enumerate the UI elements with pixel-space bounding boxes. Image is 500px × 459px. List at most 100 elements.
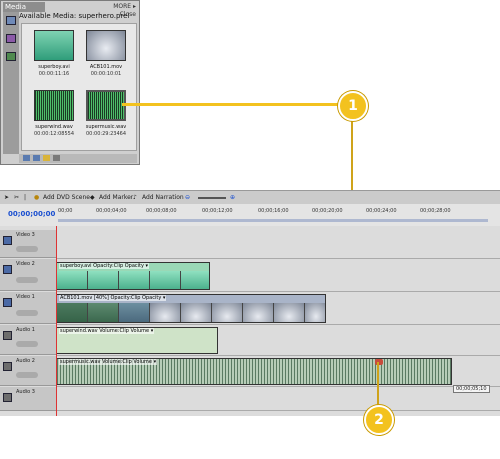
track-video-2[interactable]: superboy.avi Opacity:Clip Opacity ▾ <box>56 259 500 292</box>
zoom-out-icon[interactable]: ⊖ <box>185 194 190 201</box>
media-item-duration: 00:00:11:16 <box>38 71 70 77</box>
titles-icon[interactable] <box>6 52 16 61</box>
track-toggle[interactable] <box>16 372 38 378</box>
clip-frame <box>57 271 88 289</box>
video-track-icon[interactable] <box>3 236 12 245</box>
ruler-tick: 00;00;08;00 <box>146 208 177 214</box>
thumbnail-superwind-waveform[interactable] <box>34 90 74 121</box>
clip-frame <box>57 303 88 322</box>
clip-frame <box>88 271 119 289</box>
track-name: Audio 2 <box>16 358 35 364</box>
folder-icon[interactable] <box>6 16 16 25</box>
speaker-icon[interactable] <box>3 393 12 402</box>
thumbnail-acb101[interactable] <box>86 30 126 61</box>
ruler-tick: 00;00;24;00 <box>366 208 397 214</box>
callout-1: 1 <box>338 91 368 121</box>
media-sidebar <box>3 12 19 154</box>
media-item-name: superwind.wav <box>35 124 73 130</box>
zoom-in-icon[interactable]: ⊕ <box>230 194 235 201</box>
clip-label: superboy.avi Opacity:Clip Opacity ▾ <box>59 263 150 269</box>
media-item-name: superboy.avi <box>38 64 70 70</box>
marker-icon[interactable]: ◆ <box>90 194 95 201</box>
icon-view-icon[interactable] <box>33 155 40 161</box>
razor-tool-icon[interactable]: ✂ <box>14 194 19 201</box>
clip-superboy[interactable]: superboy.avi Opacity:Clip Opacity ▾ <box>56 262 210 290</box>
track-name: Video 1 <box>16 294 35 300</box>
media-item-name: supermusic.wav <box>85 124 127 130</box>
media-bottom-bar <box>19 154 137 163</box>
current-timecode[interactable]: 00;00;00;00 <box>8 210 55 218</box>
track-name: Video 3 <box>16 232 35 238</box>
clip-acb101[interactable]: ACB101.mov [40%] Opacity:Clip Opacity ▾ <box>56 294 326 323</box>
ruler-tick: 00;00;20;00 <box>312 208 343 214</box>
zoom-slider[interactable] <box>198 197 226 199</box>
clip-frame <box>305 303 325 322</box>
clip-frame <box>212 303 243 322</box>
track-header-audio-1: Audio 1 <box>0 325 56 355</box>
track-audio-3[interactable] <box>56 387 500 411</box>
track-toggle[interactable] <box>16 341 38 347</box>
playhead[interactable] <box>56 226 57 416</box>
add-dvd-scene-button[interactable]: Add DVD Scene <box>43 194 90 201</box>
thumbnail-supermusic-waveform[interactable] <box>86 90 126 121</box>
work-area-bar[interactable] <box>58 219 488 222</box>
track-toggle[interactable] <box>16 246 38 252</box>
ruler-tick: 00;00;12;00 <box>202 208 233 214</box>
track-toggle[interactable] <box>16 277 38 283</box>
callout-2: 2 <box>364 405 394 435</box>
callout-line-vertical-2 <box>377 362 379 406</box>
track-name: Audio 1 <box>16 327 35 333</box>
more-menu-button[interactable]: MORE ▸ <box>113 3 136 10</box>
clip-frame <box>181 303 212 322</box>
clip-label: supermusic.wav Volume:Clip Volume ▾ <box>59 359 158 365</box>
track-name: Video 2 <box>16 261 35 267</box>
clip-label: ACB101.mov [40%] Opacity:Clip Opacity ▾ <box>59 295 167 301</box>
thumbnail-superboy[interactable] <box>34 30 74 61</box>
trash-icon[interactable] <box>53 155 60 161</box>
track-header-video-1: Video 1 <box>0 292 56 324</box>
tracks-area: Video 3 Video 2 Video 1 Audio 1 Audio 2 … <box>0 226 500 416</box>
callout-line-horizontal <box>122 103 344 106</box>
selection-tool-icon[interactable]: ➤ <box>4 194 9 201</box>
clip-frame <box>274 303 305 322</box>
timecode-tooltip: 00;00;05;10 <box>453 385 490 393</box>
track-toggle[interactable] <box>16 310 38 316</box>
separator-icon: | <box>24 194 27 201</box>
video-track-icon[interactable] <box>3 298 12 307</box>
media-item-duration: 00:00:12:08554 <box>33 131 75 137</box>
ruler-tick: 00;00 <box>58 208 73 214</box>
track-audio-2[interactable]: supermusic.wav Volume:Clip Volume ▾ <box>56 356 500 387</box>
track-video-1[interactable]: ACB101.mov [40%] Opacity:Clip Opacity ▾ <box>56 292 500 325</box>
clip-frame <box>119 271 150 289</box>
speaker-icon[interactable] <box>3 331 12 340</box>
ruler-tick: 00;00;16;00 <box>258 208 289 214</box>
media-item-duration: 00:00:29:23464 <box>85 131 127 137</box>
track-header-audio-3: Audio 3 <box>0 387 56 411</box>
effects-icon[interactable] <box>6 34 16 43</box>
add-narration-button[interactable]: Add Narration <box>142 194 184 201</box>
timeline-ruler[interactable]: 00;00;00;00 00;00 00;00;04;00 00;00;08;0… <box>0 204 500 227</box>
clip-superwind[interactable]: superwind.wav Volume:Clip Volume ▾ <box>56 327 218 354</box>
track-audio-1[interactable]: superwind.wav Volume:Clip Volume ▾ <box>56 325 500 356</box>
clip-frame <box>119 303 150 322</box>
timeline-toolbar: ➤ ✂ | ● Add DVD Scene ◆ Add Marker ♪ Add… <box>0 190 500 205</box>
close-button[interactable]: Close <box>120 11 136 18</box>
media-item-name: ACB101.mov <box>89 64 123 70</box>
new-folder-icon[interactable] <box>43 155 50 161</box>
speaker-icon[interactable] <box>3 362 12 371</box>
track-header-video-3: Video 3 <box>0 230 56 258</box>
track-header-audio-2: Audio 2 <box>0 356 56 386</box>
microphone-icon[interactable]: ♪ <box>133 194 137 201</box>
track-video-3[interactable] <box>56 230 500 259</box>
media-panel: Media MORE ▸ Available Media: superhero.… <box>0 0 140 165</box>
track-header-video-2: Video 2 <box>0 259 56 291</box>
list-view-icon[interactable] <box>23 155 30 161</box>
video-track-icon[interactable] <box>3 265 12 274</box>
clip-frame <box>150 271 181 289</box>
clip-supermusic[interactable]: supermusic.wav Volume:Clip Volume ▾ <box>56 358 452 385</box>
clip-frame <box>181 271 209 289</box>
add-marker-button[interactable]: Add Marker <box>99 194 133 201</box>
dvd-scene-icon[interactable]: ● <box>34 194 39 201</box>
clip-frame <box>243 303 274 322</box>
media-thumbnails: superboy.avi 00:00:11:16 ACB101.mov 00:0… <box>21 23 137 151</box>
